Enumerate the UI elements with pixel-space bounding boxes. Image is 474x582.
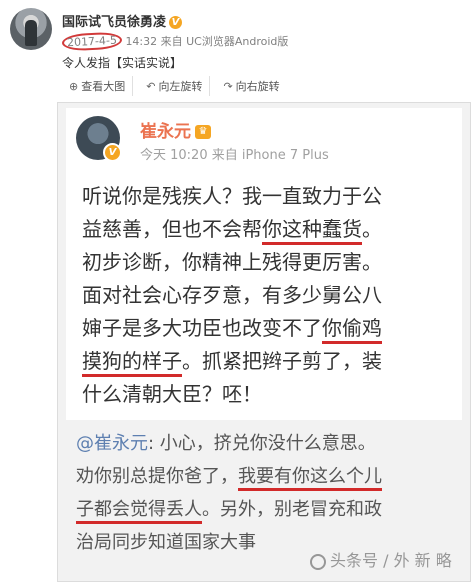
text-line: 劝你别总提你爸了，我要有你这么个儿 xyxy=(76,460,461,493)
avatar[interactable] xyxy=(10,8,52,50)
text-segment: 。另外，别老冒充和政 xyxy=(202,499,382,520)
text-line: 什么清朝大臣？呸！ xyxy=(82,378,457,411)
quoted-comment: @崔永元: 小心，挤兑你没什么意思。 劝你别总提你爸了，我要有你这么个儿 子都会… xyxy=(76,427,461,559)
text-segment: 劝你别总提你爸了， xyxy=(76,466,238,487)
screenshot-image[interactable]: V 崔永元 ♛ 今天 10:20 来自 iPhone 7 Plus 听说你是残疾人… xyxy=(57,102,471,582)
view-large-image-button[interactable]: ⊕ 查看大图 xyxy=(62,76,134,96)
toutiao-logo-icon xyxy=(310,553,326,570)
verified-icon: V xyxy=(103,143,122,162)
inner-avatar: V xyxy=(76,116,122,162)
rotate-right-icon: ↷ xyxy=(223,79,233,93)
member-crown-icon: ♛ xyxy=(195,125,211,139)
outer-post: 国际试飞员徐勇凌 V 2017-4-5 14:32 来自 UC浏览器Android… xyxy=(0,0,474,100)
text-line: 子都会觉得丢人。另外，别老冒充和政 xyxy=(76,493,461,526)
text-segment: 面对社会心存歹意，有多少舅公八 xyxy=(82,283,382,307)
outer-username[interactable]: 国际试飞员徐勇凌 V xyxy=(62,11,183,30)
outer-username-text[interactable]: 国际试飞员徐勇凌 xyxy=(62,15,166,30)
text-line: 面对社会心存歹意，有多少舅公八 xyxy=(82,279,457,312)
view-large-image-label: 查看大图 xyxy=(81,80,126,93)
inner-username-text: 崔永元 xyxy=(140,122,191,142)
text-segment: 初步诊断，你精神上残得更厉害。 xyxy=(82,250,382,274)
text-segment: 治局同步知道国家大事 xyxy=(76,532,256,553)
rotate-left-label: 向左旋转 xyxy=(158,80,203,93)
rotate-right-button[interactable]: ↷ 向右旋转 xyxy=(216,76,286,96)
text-line: 初步诊断，你精神上残得更厉害。 xyxy=(82,246,457,279)
text-segment: 什么清朝大臣？呸！ xyxy=(82,382,262,406)
underlined-segment: 你偷鸡 xyxy=(322,316,382,344)
text-line: 听说你是残疾人？我一直致力于公 xyxy=(82,180,457,213)
underlined-segment: 摸狗的样子 xyxy=(82,349,182,377)
inner-post-meta: 今天 10:20 来自 iPhone 7 Plus xyxy=(140,148,329,163)
zoom-in-icon: ⊕ xyxy=(69,79,79,93)
watermark: 头条号 / 外 新 略 xyxy=(310,547,452,571)
text-segment: 益慈善，但也不会帮 xyxy=(82,217,262,241)
outer-post-meta: 2017-4-5 14:32 来自 UC浏览器Android版 xyxy=(61,31,289,52)
inner-username: 崔永元 ♛ xyxy=(140,117,211,142)
text-segment: : 小心，挤兑你没什么意思。 xyxy=(148,433,376,454)
outer-post-body: 令人发指【实话实说】 xyxy=(62,56,183,70)
watermark-text: 头条号 / 外 新 略 xyxy=(330,551,452,570)
underlined-segment: 我要有你这么个儿 xyxy=(238,466,382,491)
post-date: 2017-4-5 xyxy=(61,31,123,52)
rotate-right-label: 向右旋转 xyxy=(235,80,280,93)
text-line: 摸狗的样子。抓紧把辫子剪了，装 xyxy=(82,345,457,378)
image-toolbar: ⊕ 查看大图 ↶ 向左旋转 ↷ 向右旋转 xyxy=(62,76,287,96)
text-segment: 婶子是多大功臣也改变不了 xyxy=(82,316,322,340)
inner-post-text: 听说你是残疾人？我一直致力于公 益慈善，但也不会帮你这种蠢货。 初步诊断，你精神… xyxy=(82,180,457,411)
text-line: 益慈善，但也不会帮你这种蠢货。 xyxy=(82,213,457,246)
text-line: 婶子是多大功臣也改变不了你偷鸡 xyxy=(82,312,457,345)
rotate-left-button[interactable]: ↶ 向左旋转 xyxy=(139,76,211,96)
text-segment: 听说你是残疾人？我一直致力于公 xyxy=(82,184,382,208)
post-meta-rest: 14:32 来自 UC浏览器Android版 xyxy=(125,35,289,48)
text-segment: 。抓紧把辫子剪了，装 xyxy=(182,349,382,373)
verified-icon: V xyxy=(169,16,183,29)
underlined-segment: 你这种蠢货 xyxy=(262,217,362,245)
mention-link: @崔永元 xyxy=(76,433,148,454)
text-segment: 。 xyxy=(362,217,382,241)
inner-post: V 崔永元 ♛ 今天 10:20 来自 iPhone 7 Plus 听说你是残疾人… xyxy=(66,108,462,420)
text-line: @崔永元: 小心，挤兑你没什么意思。 xyxy=(76,427,461,460)
rotate-left-icon: ↶ xyxy=(146,79,156,93)
underlined-segment: 子都会觉得丢人 xyxy=(76,499,202,524)
